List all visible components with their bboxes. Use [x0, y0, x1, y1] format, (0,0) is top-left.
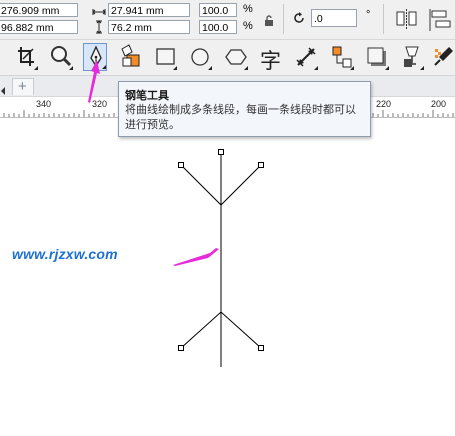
property-bar: 276.909 mm 96.882 mm 27.941 mm 76.2 mm 1… — [0, 0, 455, 39]
toolbox: 字 — [0, 39, 455, 76]
polygon-tool-button[interactable] — [224, 43, 248, 71]
rotation-field[interactable]: .0 — [311, 9, 357, 27]
lock-ratio-icon[interactable] — [264, 14, 274, 32]
watermark: www.rjzxw.com — [12, 246, 118, 262]
selection-node[interactable] — [218, 149, 224, 155]
separator — [283, 4, 284, 34]
scale-height-field[interactable]: 100.0 — [199, 20, 237, 34]
selection-node[interactable] — [258, 345, 264, 351]
ruler-label: 220 — [376, 99, 392, 109]
scale-width-field[interactable]: 100.0 — [199, 3, 237, 17]
mirror-icon[interactable] — [396, 9, 418, 34]
flyout-indicator — [69, 66, 73, 70]
eyedropper-icon — [434, 47, 453, 66]
plus-icon: + — [18, 78, 27, 95]
percent-label: % — [243, 20, 253, 32]
y-position-field[interactable]: 96.882 mm — [0, 20, 78, 34]
drawing-canvas[interactable] — [0, 117, 455, 436]
ruler-label: 340 — [36, 99, 52, 109]
percent-label: % — [243, 3, 253, 15]
new-document-tab-button[interactable]: + — [12, 78, 34, 95]
flyout-indicator — [420, 66, 424, 70]
eyedropper-tool-button[interactable] — [432, 43, 455, 71]
separator — [383, 4, 384, 34]
height-icon — [94, 20, 104, 39]
ellipse-tool-button[interactable] — [188, 43, 212, 71]
height-field[interactable]: 76.2 mm — [108, 20, 190, 34]
dimension-tool-button[interactable] — [294, 43, 318, 71]
tooltip-description: 将曲线绘制成多条线段，每画一条线段时都可以进行预览。 — [125, 104, 356, 131]
crop-tool-button[interactable] — [14, 43, 38, 71]
pen-tool-tooltip: 钢笔工具 将曲线绘制成多条线段，每画一条线段时都可以进行预览。 — [118, 81, 371, 137]
selection-node[interactable] — [178, 345, 184, 351]
zoom-tool-button[interactable] — [49, 43, 73, 71]
connector-tool-button[interactable] — [330, 43, 354, 71]
degree-label: ° — [366, 9, 371, 21]
align-icon[interactable] — [428, 9, 455, 36]
flyout-indicator — [350, 66, 354, 70]
x-position-field[interactable]: 276.909 mm — [0, 3, 78, 17]
flyout-indicator — [244, 66, 248, 70]
smart-fill-tool-button[interactable] — [118, 43, 142, 71]
flyout-indicator — [385, 66, 389, 70]
tooltip-title: 钢笔工具 — [125, 90, 169, 102]
selection-node[interactable] — [258, 162, 264, 168]
ruler-label: 200 — [431, 99, 447, 109]
text-tool-button[interactable]: 字 — [259, 43, 283, 73]
flyout-indicator — [34, 66, 38, 70]
flyout-indicator — [314, 66, 318, 70]
transparency-tool-button[interactable] — [400, 43, 424, 71]
rotate-icon — [292, 11, 306, 30]
smart-fill-icon — [121, 44, 140, 67]
width-field[interactable]: 27.941 mm — [108, 3, 190, 17]
drop-shadow-tool-button[interactable] — [365, 43, 389, 71]
flyout-indicator — [208, 66, 212, 70]
text-tool-label: 字 — [260, 50, 281, 73]
flyout-indicator — [173, 66, 177, 70]
annotation-arrow-line — [173, 248, 219, 266]
selection-node[interactable] — [178, 162, 184, 168]
rectangle-tool-button[interactable] — [153, 43, 177, 71]
annotation-arrow-pen — [88, 60, 100, 103]
